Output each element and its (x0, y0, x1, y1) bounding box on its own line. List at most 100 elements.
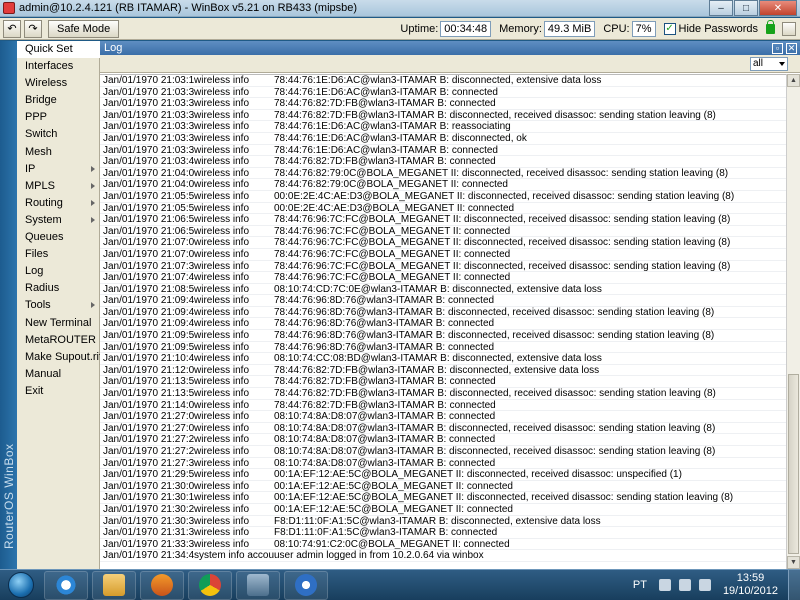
taskbar-media-player[interactable] (140, 570, 184, 600)
log-row[interactable]: Jan/01/1970 21:27:23 wireless info 08:10:7… (100, 446, 786, 458)
sidebar-item-bridge[interactable]: Bridge (17, 92, 100, 109)
hide-passwords-checkbox[interactable]: ✓ (663, 22, 676, 35)
sidebar-menu: Quick Set Interfaces Wireless Bridge PPP… (17, 41, 102, 400)
sidebar-item-interfaces[interactable]: Interfaces (17, 58, 100, 75)
taskbar-explorer[interactable] (92, 570, 136, 600)
taskbar-ie[interactable] (44, 570, 88, 600)
taskbar-app[interactable] (284, 570, 328, 600)
log-row[interactable]: Jan/01/1970 21:31:36 wireless info F8:D1:1… (100, 527, 786, 539)
winbox-icon (247, 574, 269, 596)
log-row[interactable]: Jan/01/1970 21:09:55 wireless info 78:44:7… (100, 342, 786, 354)
log-row[interactable]: Jan/01/1970 21:03:39 wireless info 78:44:7… (100, 145, 786, 157)
taskbar-chrome[interactable] (188, 570, 232, 600)
close-button[interactable]: ✕ (759, 0, 797, 16)
safe-mode-button[interactable]: Safe Mode (48, 19, 120, 38)
start-button[interactable] (2, 570, 40, 600)
log-row[interactable]: Jan/01/1970 21:03:48 wireless info 78:44:7… (100, 156, 786, 168)
sidebar-item-ip[interactable]: IP (17, 161, 100, 178)
maximize-button[interactable]: □ (734, 0, 758, 16)
sidebar-item-manual[interactable]: Manual (17, 366, 100, 383)
sidebar-item-files[interactable]: Files (17, 246, 100, 263)
minimize-button[interactable]: – (709, 0, 733, 16)
log-window-title: Log (104, 42, 123, 54)
log-row[interactable]: Jan/01/1970 21:33:34 wireless info 08:10:7… (100, 539, 786, 551)
language-indicator[interactable]: PT (633, 579, 647, 591)
log-row[interactable]: Jan/01/1970 21:04:00 wireless info 78:44:7… (100, 168, 786, 180)
redo-icon[interactable]: ↷ (24, 19, 42, 38)
log-row[interactable]: Jan/01/1970 21:27:21 wireless info 08:10:7… (100, 434, 786, 446)
window-menu-icon[interactable] (782, 21, 796, 36)
sidebar-item-exit[interactable]: Exit (17, 383, 100, 400)
sidebar-item-log[interactable]: Log (17, 263, 100, 280)
sidebar-item-tools[interactable]: Tools (17, 297, 100, 314)
log-row[interactable]: Jan/01/1970 21:10:45 wireless info 08:10:7… (100, 353, 786, 365)
log-row[interactable]: Jan/01/1970 21:07:42 wireless info 78:44:7… (100, 272, 786, 284)
sidebar-item-queues[interactable]: Queues (17, 229, 100, 246)
log-topic: wireless info (194, 75, 250, 86)
log-row[interactable]: Jan/01/1970 21:09:45 wireless info 78:44:7… (100, 307, 786, 319)
log-row[interactable]: Jan/01/1970 21:13:55 wireless info 78:44:7… (100, 388, 786, 400)
log-list[interactable]: Jan/01/1970 21:03:14 wireless info 78:44:7… (100, 74, 786, 569)
flag-icon[interactable] (658, 579, 671, 591)
log-row[interactable]: Jan/01/1970 21:30:37 wireless info F8:D1:1… (100, 516, 786, 528)
submenu-arrow-icon (91, 199, 95, 206)
log-time: Jan/01/1970 21:12:09 (103, 364, 194, 376)
log-row[interactable]: Jan/01/1970 21:13:50 wireless info 78:44:7… (100, 376, 786, 389)
log-row[interactable]: Jan/01/1970 21:03:14 wireless info 78:44:7… (100, 75, 786, 87)
log-row[interactable]: Jan/01/1970 21:06:55 wireless info 78:44:7… (100, 226, 786, 238)
sidebar-item-make-supout[interactable]: Make Supout.rif (17, 349, 102, 366)
log-row[interactable]: Jan/01/1970 21:34:43 system info account u… (100, 550, 786, 562)
log-row[interactable]: Jan/01/1970 21:27:37 wireless info 08:10:7… (100, 458, 786, 470)
log-row[interactable]: Jan/01/1970 21:30:06 wireless info 00:1A:E… (100, 481, 786, 493)
taskbar-winbox[interactable] (236, 570, 280, 600)
log-row[interactable]: Jan/01/1970 21:07:00 wireless info 78:44:7… (100, 237, 786, 249)
log-row[interactable]: Jan/01/1970 21:08:55 wireless info 08:10:7… (100, 284, 786, 296)
volume-icon[interactable] (698, 579, 711, 591)
show-desktop-button[interactable] (788, 569, 800, 600)
log-message: 78:44:76:96:8D:76@wlan3-ITAMAR B: connec… (274, 295, 495, 306)
log-time: Jan/01/1970 21:29:53 (103, 469, 194, 480)
scroll-up-icon[interactable]: ▲ (787, 74, 800, 87)
log-row[interactable]: Jan/01/1970 21:07:07 wireless info 78:44:7… (100, 249, 786, 261)
clock[interactable]: 13:59 19/10/2012 (723, 572, 778, 598)
scroll-down-icon[interactable]: ▼ (787, 556, 800, 569)
log-row[interactable]: Jan/01/1970 21:03:31 wireless info 78:44:7… (100, 87, 786, 99)
log-row[interactable]: Jan/01/1970 21:03:34 wireless info 78:44:7… (100, 98, 786, 110)
log-row[interactable]: Jan/01/1970 21:04:03 wireless info 78:44:7… (100, 179, 786, 191)
log-row[interactable]: Jan/01/1970 21:09:42 wireless info 78:44:7… (100, 295, 786, 307)
sidebar-item-system[interactable]: System (17, 212, 100, 229)
undo-icon[interactable]: ↶ (3, 19, 21, 38)
restore-icon[interactable]: ▫ (772, 42, 783, 54)
log-filter-select[interactable]: all (750, 57, 788, 71)
log-row[interactable]: Jan/01/1970 21:14:07 wireless info 78:44:7… (100, 400, 786, 412)
sidebar-item-routing[interactable]: Routing (17, 195, 100, 212)
sidebar-item-metarouter[interactable]: MetaROUTER (17, 332, 100, 349)
sidebar-item-radius[interactable]: Radius (17, 280, 100, 297)
log-row[interactable]: Jan/01/1970 21:30:21 wireless info 00:1A:E… (100, 504, 786, 516)
log-close-icon[interactable]: ✕ (786, 42, 797, 54)
log-row[interactable]: Jan/01/1970 21:09:47 wireless info 78:44:7… (100, 318, 786, 331)
log-row[interactable]: Jan/01/1970 21:06:52 wireless info 78:44:7… (100, 214, 786, 226)
sidebar-item-new-terminal[interactable]: New Terminal (17, 315, 100, 332)
sidebar-item-mpls[interactable]: MPLS (17, 178, 100, 195)
log-row[interactable]: Jan/01/1970 21:03:39 wireless info 78:44:7… (100, 133, 786, 145)
sidebar-item-ppp[interactable]: PPP (17, 109, 100, 126)
log-row[interactable]: Jan/01/1970 21:03:39 wireless info 78:44:7… (100, 121, 786, 133)
log-row[interactable]: Jan/01/1970 21:27:09 wireless info 08:10:7… (100, 423, 786, 435)
log-scrollbar[interactable]: ▲ ▼ (786, 74, 800, 569)
log-row[interactable]: Jan/01/1970 21:03:36 wireless info 78:44:7… (100, 110, 786, 122)
log-row[interactable]: Jan/01/1970 21:12:09 wireless info 78:44:7… (100, 365, 786, 377)
scroll-thumb[interactable] (788, 374, 799, 554)
log-row[interactable]: Jan/01/1970 21:30:13 wireless info 00:1A:E… (100, 492, 786, 504)
sidebar-item-wireless[interactable]: Wireless (17, 75, 100, 92)
sidebar-item-mesh[interactable]: Mesh (17, 144, 100, 161)
log-row[interactable]: Jan/01/1970 21:27:01 wireless info 08:10:7… (100, 411, 786, 423)
sidebar-item-switch[interactable]: Switch (17, 126, 100, 143)
log-row[interactable]: Jan/01/1970 21:09:51 wireless info 78:44:7… (100, 330, 786, 342)
log-row[interactable]: Jan/01/1970 21:05:56 wireless info 00:0E:2… (100, 191, 786, 203)
sidebar-item-quick-set[interactable]: Quick Set (17, 41, 100, 59)
log-row[interactable]: Jan/01/1970 21:29:53 wireless info 00:1A:E… (100, 469, 786, 481)
log-row[interactable]: Jan/01/1970 21:05:56 wireless info 00:0E:2… (100, 203, 786, 215)
log-row[interactable]: Jan/01/1970 21:07:36 wireless info 78:44:7… (100, 261, 786, 273)
network-icon[interactable] (678, 579, 691, 591)
